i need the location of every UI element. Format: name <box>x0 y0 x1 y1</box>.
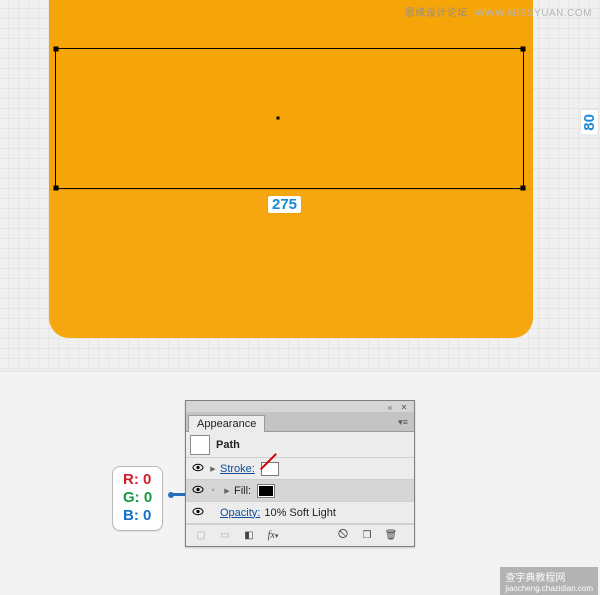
stroke-label[interactable]: Stroke: <box>220 463 255 475</box>
design-canvas[interactable]: 275 80 思缘设计论坛 WWW.MISSYUAN.COM <box>0 0 600 370</box>
appearance-target-row[interactable]: Path <box>186 432 414 458</box>
opacity-label[interactable]: Opacity: <box>220 507 260 519</box>
panel-footer: ▢ ▭ ◧ fx▾ 🛇 ❐ 🗑 <box>186 524 414 546</box>
watermark-top: 思缘设计论坛 WWW.MISSYUAN.COM <box>405 4 592 19</box>
appearance-fill-row[interactable]: ◦ ▶ Fill: <box>186 480 414 502</box>
appearance-opacity-row[interactable]: Opacity: 10% Soft Light <box>186 502 414 524</box>
anchor-top-right[interactable] <box>521 47 526 52</box>
anchor-bottom-right[interactable] <box>521 186 526 191</box>
fill-swatch-black[interactable] <box>257 484 275 498</box>
expand-stroke-icon[interactable]: ▶ <box>206 465 220 473</box>
delete-item-icon[interactable]: 🗑 <box>380 527 402 545</box>
opacity-value: 10% Soft Light <box>264 507 336 519</box>
fill-edit-indicator: ◦ <box>206 485 220 496</box>
panel-collapse-icon[interactable]: « <box>384 403 396 411</box>
fill-label: Fill: <box>234 485 251 497</box>
panel-close-icon[interactable]: ✕ <box>398 403 410 411</box>
target-name: Path <box>216 439 240 451</box>
add-stroke-icon[interactable]: ▭ <box>214 527 236 545</box>
add-effect-icon[interactable]: fx▾ <box>262 527 284 545</box>
clear-appearance-icon[interactable]: 🛇 <box>332 527 354 545</box>
dimension-width-label: 275 <box>268 196 301 213</box>
anchor-bottom-left[interactable] <box>54 186 59 191</box>
target-thumbnail <box>190 435 210 455</box>
anchor-top-left[interactable] <box>54 47 59 52</box>
selection-center-dot <box>277 117 280 120</box>
expand-fill-icon[interactable]: ▶ <box>220 487 234 495</box>
appearance-panel[interactable]: « ✕ Appearance ▾≡ Path ▶ Stroke: <box>185 400 415 547</box>
tab-appearance[interactable]: Appearance <box>188 415 265 432</box>
appearance-stroke-row[interactable]: ▶ Stroke: <box>186 458 414 480</box>
toggle-override-icon[interactable]: ▢ <box>190 527 212 545</box>
dimension-height-label: 80 <box>581 110 598 135</box>
add-fill-icon[interactable]: ◧ <box>238 527 260 545</box>
workspace-lower: R: 0 G: 0 B: 0 « ✕ Appearance ▾≡ Path ▶ <box>0 370 600 595</box>
panel-flyout-menu-icon[interactable]: ▾≡ <box>394 413 412 431</box>
panel-tabbar: Appearance ▾≡ <box>186 412 414 432</box>
visibility-toggle-stroke[interactable] <box>190 463 206 474</box>
panel-body: Path ▶ Stroke: ◦ ▶ Fill: <box>186 432 414 524</box>
watermark-bottom: 查字典教程网 jiaocheng.chazidian.com <box>500 567 598 595</box>
duplicate-item-icon[interactable]: ❐ <box>356 527 378 545</box>
panel-topbar[interactable]: « ✕ <box>186 401 414 412</box>
stroke-swatch-none[interactable] <box>261 462 279 476</box>
visibility-toggle-fill[interactable] <box>190 485 206 496</box>
visibility-toggle-opacity[interactable] <box>190 507 206 518</box>
rgb-callout: R: 0 G: 0 B: 0 <box>112 466 163 531</box>
selection-bounding-box[interactable] <box>55 48 524 189</box>
